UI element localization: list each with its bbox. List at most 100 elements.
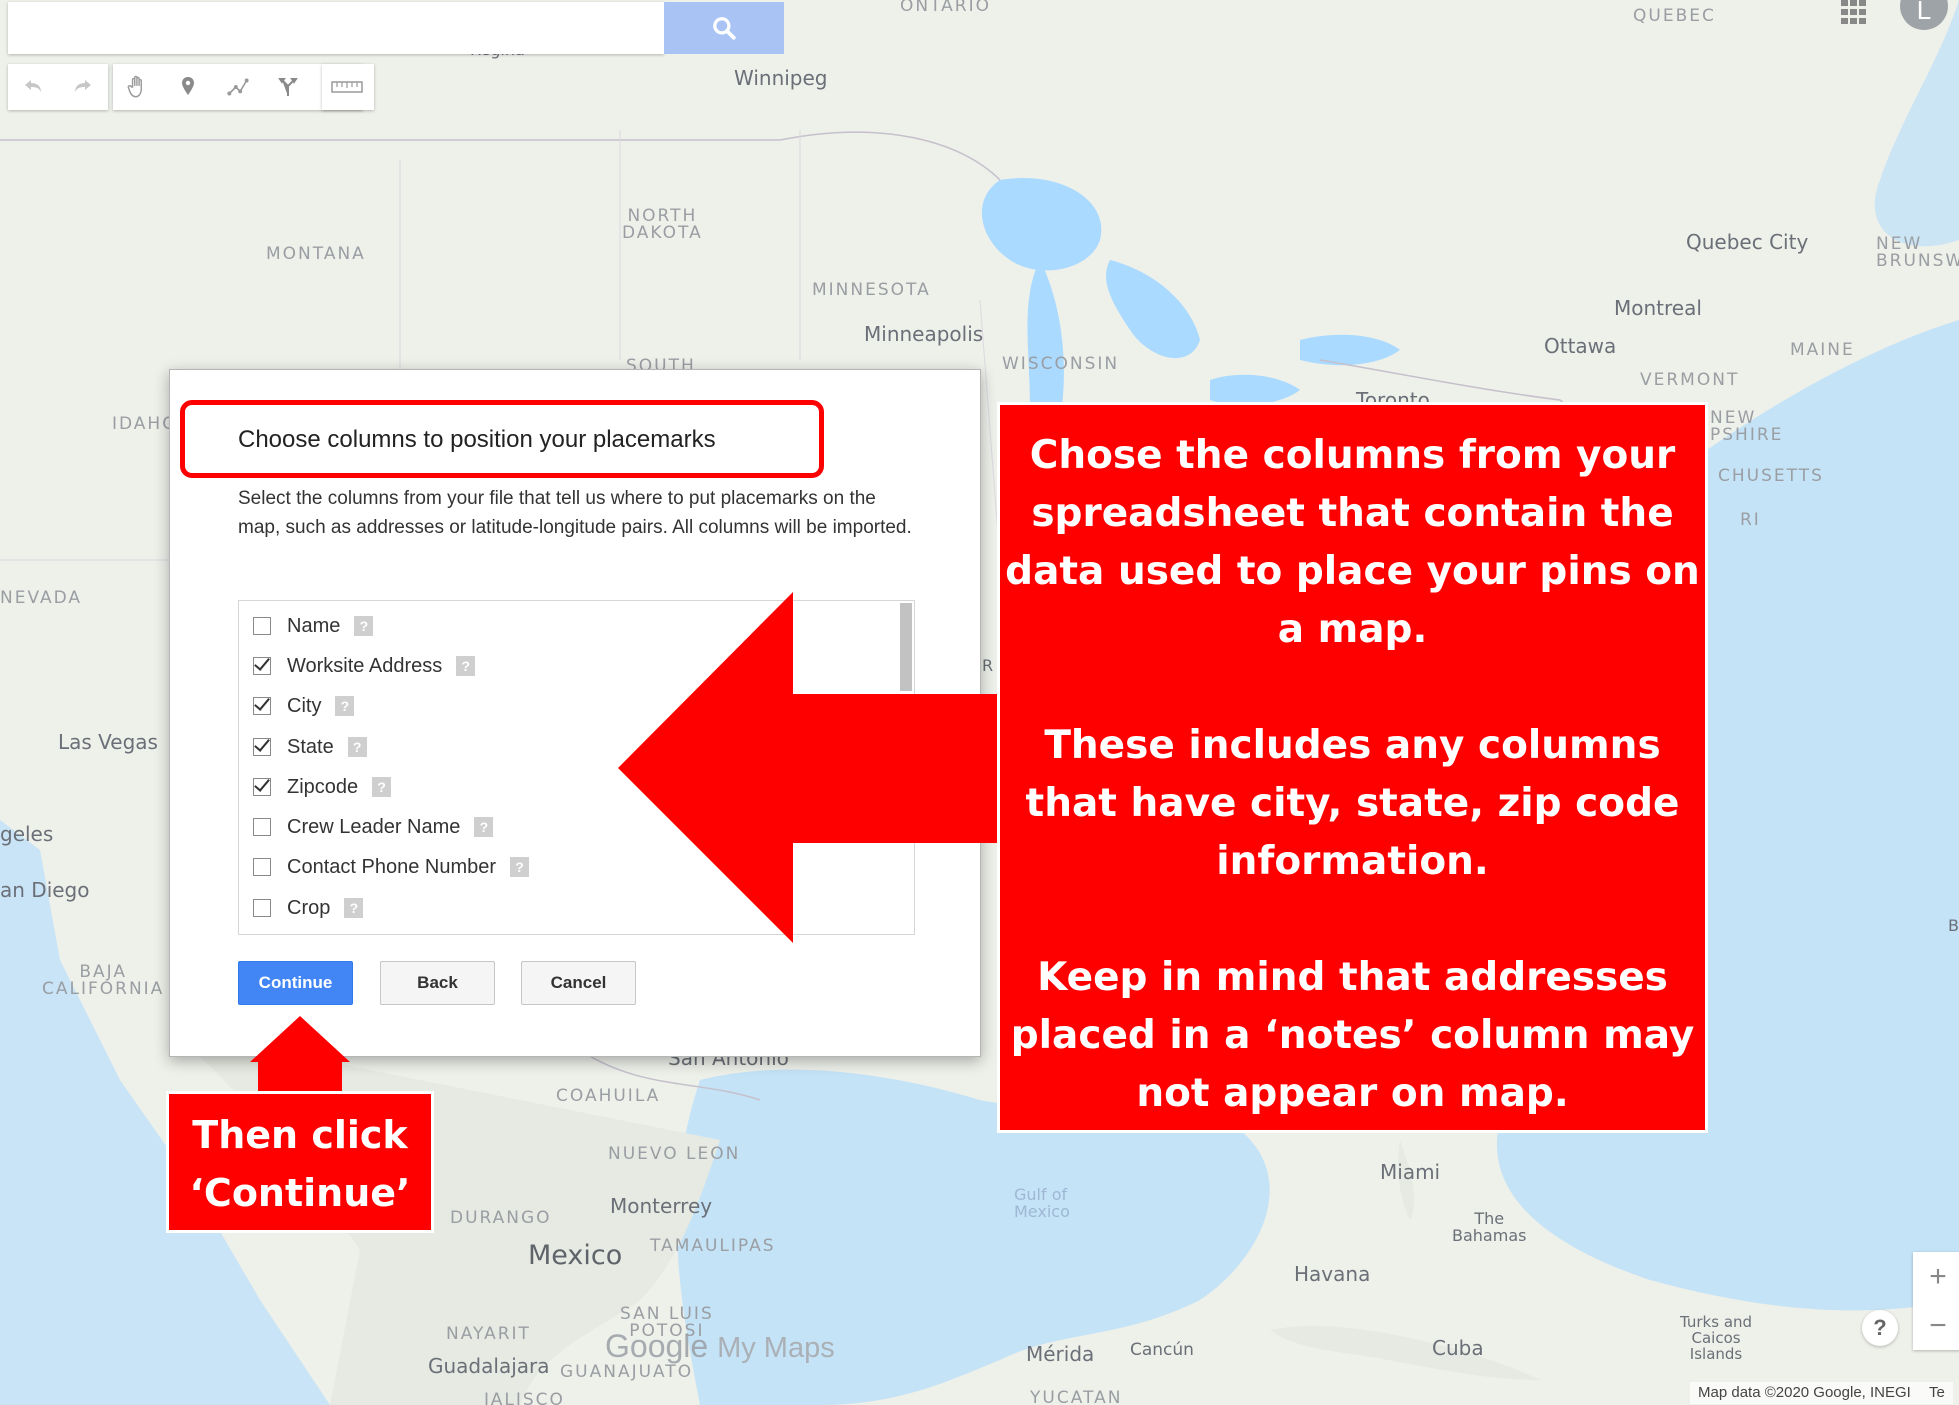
zoom-out-button[interactable]: − (1913, 1301, 1959, 1350)
map-label-yucatan: YUCATAN (1030, 1388, 1123, 1405)
column-help-icon[interactable]: ? (456, 656, 476, 676)
callout-paragraph-2: These includes any columns that have cit… (1025, 723, 1680, 884)
column-checkbox[interactable] (253, 697, 271, 715)
map-label-quebec-city: Quebec City (1686, 230, 1809, 254)
map-label-montreal: Montreal (1614, 296, 1702, 320)
search-icon (713, 17, 736, 40)
apps-grid-icon (1841, 0, 1866, 24)
column-checkbox[interactable] (253, 657, 271, 675)
import-columns-dialog: Choose columns to position your placemar… (169, 369, 981, 1057)
map-label-cancun: Cancún (1130, 1340, 1194, 1360)
apps-grid-button[interactable] (1836, 0, 1872, 29)
map-attribution: Map data ©2020 Google, INEGI Te (1690, 1382, 1953, 1404)
measure-button[interactable] (322, 64, 372, 110)
map-label-las-vegas: Las Vegas (58, 730, 158, 754)
map-label-wisconsin: WISCONSIN (1002, 354, 1120, 374)
column-checkbox[interactable] (253, 778, 271, 796)
column-option-state[interactable]: State ? (253, 732, 367, 762)
column-option-zipcode[interactable]: Zipcode ? (253, 772, 392, 802)
map-label-san-diego: an Diego (0, 878, 90, 902)
map-label-miami: Miami (1380, 1160, 1441, 1184)
redo-button[interactable] (58, 64, 108, 110)
column-checkbox[interactable] (253, 738, 271, 756)
search-button[interactable] (664, 2, 784, 54)
zoom-controls: + − (1913, 1252, 1959, 1350)
map-label-new-brunswick: NEW BRUNSW (1876, 234, 1959, 271)
redo-icon (75, 80, 91, 92)
column-checkbox[interactable] (253, 818, 271, 836)
column-checkbox[interactable] (253, 617, 271, 635)
map-label-monterrey: Monterrey (610, 1194, 713, 1218)
cancel-button[interactable]: Cancel (521, 961, 636, 1005)
column-help-icon[interactable]: ? (344, 898, 364, 918)
callout-paragraph-3: Keep in mind that addresses placed in a … (1010, 955, 1695, 1116)
help-button[interactable]: ? (1862, 1310, 1898, 1346)
map-label-winnipeg: Winnipeg (734, 66, 828, 90)
back-button[interactable]: Back (380, 961, 495, 1005)
columns-list-scrollbar[interactable] (900, 603, 912, 691)
map-label-montana: MONTANA (266, 244, 366, 264)
map-label-durango: DURANGO (450, 1208, 552, 1228)
map-label-bahamas: The Bahamas (1452, 1209, 1527, 1245)
column-option-name[interactable]: Name ? (253, 611, 374, 641)
map-label-los-angeles: geles (0, 822, 54, 846)
map-label-gulf-of-mexico: Gulf of Mexico (1014, 1185, 1070, 1221)
map-label-minnesota: MINNESOTA (812, 280, 931, 300)
map-label-nevada: NEVADA (0, 588, 83, 608)
zoom-in-button[interactable]: + (1913, 1252, 1959, 1301)
add-marker-button[interactable] (163, 64, 213, 110)
column-label: State (287, 735, 334, 758)
column-checkbox[interactable] (253, 899, 271, 917)
column-label: Crop (287, 896, 331, 919)
map-label-guanajuato: GUANAJUATO (560, 1362, 694, 1382)
attribution-text: Map data ©2020 Google, INEGI (1698, 1384, 1911, 1401)
map-label-coahuila: COAHUILA (556, 1086, 661, 1106)
map-label-north-dakota: NORTH DAKOTA (622, 206, 703, 243)
map-label-maine: MAINE (1790, 340, 1855, 360)
callout-paragraph-1: Chose the columns from your spreadsheet … (1005, 433, 1700, 652)
map-label-new-hampshire: NEW PSHIRE (1710, 408, 1784, 445)
select-hand-button[interactable] (113, 64, 163, 110)
column-option-worksite-address[interactable]: Worksite Address ? (253, 651, 476, 681)
hand-icon (127, 75, 142, 98)
dialog-title: Choose columns to position your placemar… (238, 426, 716, 453)
undo-button[interactable] (8, 64, 58, 110)
column-help-icon[interactable]: ? (347, 737, 367, 757)
draw-line-button[interactable] (213, 64, 263, 110)
column-option-crew-leader-name[interactable]: Crew Leader Name ? (253, 812, 494, 842)
google-logo-text: Google (605, 1328, 709, 1364)
column-option-crop[interactable]: Crop ? (253, 893, 364, 923)
continue-callout: Then click ‘Continue’ (166, 1091, 434, 1233)
column-help-icon[interactable]: ? (474, 817, 494, 837)
column-help-icon[interactable]: ? (335, 696, 355, 716)
map-label-ri: RI (1740, 510, 1761, 530)
map-label-minneapolis: Minneapolis (864, 322, 984, 346)
map-label-guadalajara: Guadalajara (428, 1354, 550, 1378)
directions-button[interactable] (263, 64, 313, 110)
columns-list[interactable]: Name ? Worksite Address ? City ? State ?… (238, 600, 915, 935)
map-label-vermont: VERMONT (1640, 370, 1740, 390)
attribution-tail[interactable]: Te (1929, 1384, 1945, 1401)
map-label-jalisco: JALISCO (484, 1390, 565, 1405)
instruction-callout: Chose the columns from your spreadsheet … (997, 402, 1708, 1133)
column-help-icon[interactable]: ? (354, 616, 374, 636)
column-label: Zipcode (287, 775, 359, 798)
map-label-nuevo-leon: NUEVO LEON (608, 1144, 741, 1164)
column-help-icon[interactable]: ? (372, 777, 392, 797)
column-checkbox[interactable] (253, 858, 271, 876)
map-label-idaho: IDAHO (112, 414, 178, 434)
search-input[interactable] (8, 2, 664, 54)
column-help-icon[interactable]: ? (510, 857, 530, 877)
column-option-contact-phone-number[interactable]: Contact Phone Number ? (253, 852, 530, 882)
column-label: Worksite Address (287, 654, 443, 677)
column-option-city[interactable]: City ? (253, 691, 355, 721)
history-toolbar (8, 64, 108, 110)
directions-icon (278, 78, 298, 96)
draw-line-icon (227, 78, 249, 96)
google-my-maps-logo: Google My Maps (605, 1328, 835, 1365)
map-label-quebec: QUEBEC (1633, 6, 1716, 26)
measure-toolbar (322, 64, 374, 110)
continue-button[interactable]: Continue (238, 961, 353, 1005)
map-label-ottawa: Ottawa (1544, 334, 1617, 358)
map-label-ontario: ONTARIO (900, 0, 991, 16)
